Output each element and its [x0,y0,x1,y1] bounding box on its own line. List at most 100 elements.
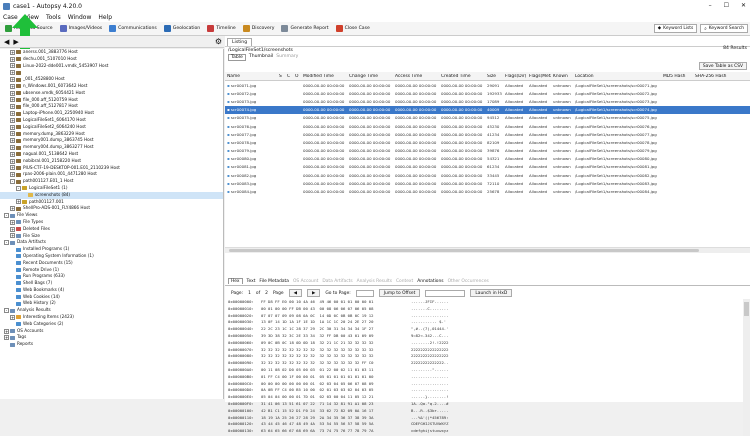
table-row[interactable]: ▪ scr00076.jpg 0000-00-00 00:00:00 0000-00… [225,122,750,130]
table-row[interactable]: ▪ scr00072.jpg 0000-00-00 00:00:00 0000-00… [225,89,750,97]
tree-node[interactable]: + anerss.001_3883776 Host [0,49,223,56]
expand-icon[interactable]: + [10,124,15,130]
toolbar-communications-button[interactable]: Communications [108,23,158,34]
tree-node[interactable]: Recent Documents (15) [0,260,223,267]
tree-node[interactable]: + PIUS-CTF-19-DESKTOP-001.E01_2110239 Hos… [0,165,223,172]
column-header[interactable]: C [285,74,293,79]
maximize-button[interactable]: ☐ [724,2,729,9]
menu-view[interactable]: View [25,14,39,21]
tree-node[interactable]: Web Bookmarks (4) [0,287,223,294]
keyword-search-button[interactable]: ⌕ Keyword Search [700,24,748,33]
goto-page-input[interactable] [355,289,374,297]
back-arrow-icon[interactable]: ◀ [4,38,9,46]
tree-node[interactable]: + File Types [0,219,223,226]
collapse-icon[interactable]: - [4,308,9,314]
column-header[interactable]: Modified Time [301,74,347,79]
column-header[interactable]: S [277,74,285,79]
tree-node[interactable]: - Data Artifacts [0,239,223,246]
column-header[interactable]: MD5 Hash [661,74,693,79]
column-header[interactable]: Change Time [347,74,393,79]
expand-icon[interactable]: + [10,226,15,232]
toolbar-timeline-button[interactable]: Timeline [206,23,237,34]
tree-node[interactable]: + ubsense.vmdk_6054421 Host [0,90,223,97]
keyword-lists-button[interactable]: ◆ Keyword Lists [653,24,698,33]
tree-node[interactable]: Installed Programs (1) [0,246,223,253]
expand-icon[interactable]: + [10,172,15,178]
column-header[interactable]: SHA-256 Hash [693,74,733,79]
tree-node[interactable]: + dechu.001_5107010 Host [0,56,223,63]
close-window-button[interactable]: ✕ [741,2,746,9]
tree-node[interactable]: - File Views [0,212,223,219]
collapse-icon[interactable]: - [4,213,9,219]
expand-icon[interactable]: + [10,90,15,96]
tree-node[interactable]: + LogicalFileSet1_6064170 Host [0,117,223,124]
column-header[interactable]: Created Time [439,74,485,79]
tab-other-occurrences[interactable]: Other Occurrences [448,279,489,284]
tab-thumbnail[interactable]: Thumbnail [249,54,273,61]
tab-context[interactable]: Context [396,279,413,284]
table-row[interactable]: ▪ scr00079.jpg 0000-00-00 00:00:00 0000-00… [225,147,750,155]
tree-node[interactable]: + Deleted Files [0,226,223,233]
tree-node[interactable]: + _001_4528800 Host [0,76,223,83]
tree-node[interactable]: + File Size [0,233,223,240]
horizontal-scrollbar[interactable] [225,247,750,253]
tree-node[interactable]: + Tags [0,334,223,341]
expand-icon[interactable]: + [10,145,15,151]
offset-input[interactable] [425,289,466,297]
prev-page-button[interactable]: ◀ [288,289,302,297]
column-header[interactable]: Flags(Meta) [527,74,551,79]
tree-node[interactable]: + n_Windows.001_6073642 Host [0,83,223,90]
tab-summary[interactable]: Summary [276,54,298,61]
tab-data-artifacts[interactable]: Data Artifacts [322,279,352,284]
table-row[interactable]: ▪ scr00073.jpg 0000-00-00 00:00:00 0000-00… [225,97,750,105]
column-header[interactable]: Size [485,74,503,79]
table-row[interactable]: ▪ scr00074.jpg 0000-00-00 00:00:00 0000-00… [225,105,750,114]
tree-node[interactable]: Shell Bags (7) [0,280,223,287]
collapse-icon[interactable]: - [10,179,15,185]
tree-node[interactable]: Run Programs (633) [0,273,223,280]
expand-icon[interactable]: + [10,70,15,76]
table-row[interactable]: ▪ scr00080.jpg 0000-00-00 00:00:00 0000-00… [225,155,750,163]
column-header[interactable]: O [293,74,301,79]
menu-tools[interactable]: Tools [46,14,61,21]
expand-icon[interactable]: + [10,158,15,164]
tree-node[interactable]: + Interesting Items (2423) [0,314,223,321]
expand-icon[interactable]: + [10,151,15,157]
tree-node[interactable]: + ShellPro-ADS-001_FLY4866 Host [0,205,223,212]
table-row[interactable]: ▪ scr00071.jpg 0000-00-00 00:00:00 0000-00… [225,81,750,89]
tree-node[interactable]: Web Cookies (14) [0,294,223,301]
tab-file-metadata[interactable]: File Metadata [259,279,289,284]
collapse-icon[interactable]: - [16,185,21,191]
expand-icon[interactable]: + [10,83,15,89]
toolbar-geolocation-button[interactable]: Geolocation [163,23,201,34]
tree-node[interactable]: + OS Accounts [0,328,223,335]
expand-icon[interactable]: + [10,219,15,225]
tree-node[interactable]: + nobibral.001_2158220 Host [0,158,223,165]
next-page-button[interactable]: ▶ [306,289,321,297]
table-row[interactable]: ▪ scr00075.jpg 0000-00-00 00:00:00 0000-00… [225,114,750,122]
tab-listing[interactable]: Listing [227,38,253,46]
tree-node[interactable]: + rpas-2006-plain.001_4471280 Host [0,171,223,178]
tree-node[interactable]: - LogicalFileSet1 (1) [0,185,223,192]
column-header[interactable]: Known [551,74,573,79]
tree-node[interactable]: + memory004.dump_3863277 Host [0,144,223,151]
toolbar-images-videos-button[interactable]: Images/Videos [59,23,104,34]
expand-icon[interactable]: + [10,111,15,117]
expand-icon[interactable]: + [10,138,15,144]
expand-icon[interactable]: + [10,63,15,69]
table-row[interactable]: ▪ scr00077.jpg 0000-00-00 00:00:00 0000-00… [225,130,750,138]
tree-node[interactable]: + nagual.001_5138642 Host [0,151,223,158]
tree-node[interactable]: + [0,69,223,76]
expand-icon[interactable]: + [10,206,15,212]
tab-hex[interactable]: Hex [228,278,243,284]
tree-node[interactable]: Web Categories (2) [0,321,223,328]
save-csv-button[interactable]: Save Table as CSV [698,62,747,70]
hex-vertical-scrollbar[interactable] [743,299,750,436]
toolbar-add-data-source-button[interactable]: Add Data Source [4,23,54,34]
menu-window[interactable]: Window [68,14,92,21]
tree-node[interactable]: - path001127.E01_1 Host [0,178,223,185]
expand-icon[interactable]: + [16,199,21,205]
column-header[interactable]: Flags(Dir) [503,74,527,79]
toolbar-close-case-button[interactable]: Close Case [335,23,371,34]
minimize-button[interactable]: – [709,2,712,9]
